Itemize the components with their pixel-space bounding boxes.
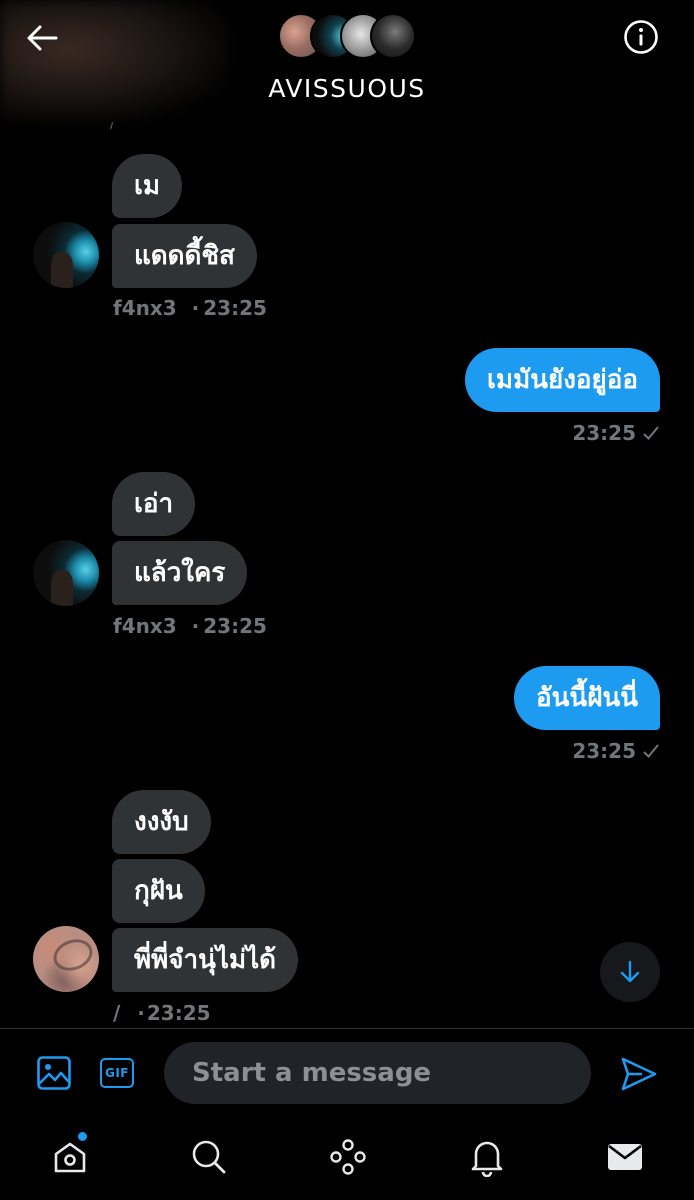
group-avatar: [370, 13, 416, 59]
home-icon: [54, 1142, 86, 1173]
meta-separator: ·: [191, 296, 200, 320]
meta-separator: ·: [191, 614, 200, 638]
incoming-message[interactable]: พี่พี่จำนุ่ไม่ได้: [112, 928, 299, 992]
mail-icon: [608, 1144, 642, 1170]
info-button[interactable]: [622, 18, 660, 56]
search-icon: [192, 1140, 226, 1174]
incoming-message[interactable]: เม: [112, 154, 183, 218]
arrow-left-icon: [27, 25, 58, 51]
message-meta: f4nx3 · 23:25: [113, 614, 267, 638]
conversation-header: AVISSUOUS: [0, 0, 694, 122]
header-blur-backdrop: [0, 0, 230, 122]
message-meta: f4nx3 · 23:25: [113, 296, 267, 320]
sender-avatar[interactable]: [33, 926, 99, 992]
nav-messages[interactable]: [600, 1132, 650, 1182]
incoming-message[interactable]: กุฝัน: [112, 859, 205, 923]
gif-label: GIF: [104, 1066, 129, 1080]
incoming-message[interactable]: เอ่า: [112, 472, 196, 536]
composer-divider: [0, 1028, 694, 1029]
send-button[interactable]: [618, 1054, 660, 1094]
message-meta: 23:25: [572, 421, 660, 445]
group-avatars[interactable]: [278, 13, 418, 61]
outgoing-message[interactable]: เมมันยังอยู่อ่อ: [465, 348, 660, 412]
message-meta: 23:25: [572, 739, 660, 763]
incoming-message[interactable]: แดดดี้ชิส: [112, 224, 257, 288]
message-meta: / · 23:25: [113, 1001, 211, 1025]
scroll-to-bottom-button[interactable]: [600, 942, 660, 1002]
sender-avatar[interactable]: [33, 222, 99, 288]
outgoing-message[interactable]: อันนี้ฝันนี่: [514, 666, 660, 730]
sent-check-icon: [643, 426, 659, 440]
incoming-message[interactable]: งงงับ: [112, 790, 211, 854]
meta-separator: ·: [137, 1001, 145, 1025]
add-image-button[interactable]: [34, 1053, 74, 1093]
send-icon: [621, 1057, 657, 1091]
message-input[interactable]: [164, 1042, 591, 1104]
sender-name: /: [113, 1001, 121, 1025]
message-time: 23:25: [203, 296, 267, 320]
arrow-down-icon: [620, 960, 640, 983]
image-icon: [37, 1056, 71, 1090]
notification-dot: [78, 1132, 87, 1141]
back-button[interactable]: [22, 20, 62, 56]
info-circle-icon: [624, 20, 658, 54]
message-time: 23:25: [203, 614, 267, 638]
spaces-icon: [330, 1139, 366, 1175]
nav-search[interactable]: [184, 1132, 234, 1182]
conversation-title[interactable]: AVISSUOUS: [0, 74, 694, 103]
nav-spaces[interactable]: [323, 1132, 373, 1182]
sender-avatar[interactable]: [33, 540, 99, 606]
nav-home[interactable]: [45, 1132, 95, 1182]
nav-notifications[interactable]: [462, 1132, 512, 1182]
sent-check-icon: [643, 744, 659, 758]
message-time: 23:25: [146, 1001, 211, 1025]
message-time: 23:25: [572, 739, 636, 763]
gif-icon: GIF: [100, 1058, 134, 1088]
incoming-message[interactable]: แล้วใคร: [112, 541, 248, 605]
add-gif-button[interactable]: GIF: [97, 1055, 137, 1091]
sender-name: f4nx3: [113, 614, 177, 638]
sender-name: f4nx3: [113, 296, 177, 320]
message-time: 23:25: [572, 421, 636, 445]
bell-icon: [471, 1141, 503, 1177]
